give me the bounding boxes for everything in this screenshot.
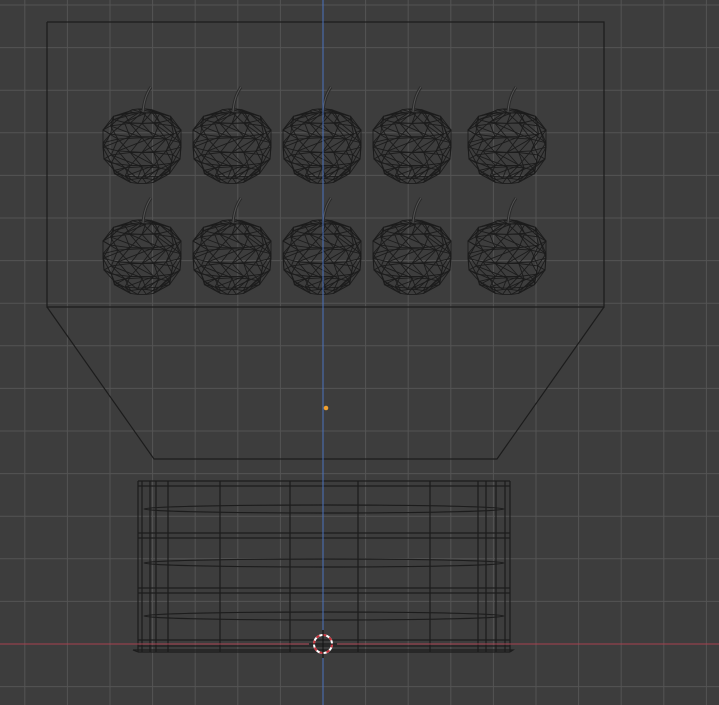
apple-mesh[interactable] — [467, 86, 547, 184]
apple-mesh[interactable] — [102, 86, 182, 184]
apple-mesh[interactable] — [102, 197, 182, 295]
apple-mesh[interactable] — [192, 86, 272, 184]
floor-grid — [0, 0, 719, 705]
display-frame-object[interactable] — [46, 21, 605, 460]
3d-viewport[interactable] — [0, 0, 719, 705]
apple-mesh[interactable] — [467, 197, 547, 295]
apple-mesh[interactable] — [192, 197, 272, 295]
object-origin-dot[interactable] — [323, 405, 329, 411]
apple-mesh[interactable] — [282, 86, 362, 184]
apple-mesh[interactable] — [372, 197, 452, 295]
apple-mesh[interactable] — [372, 86, 452, 184]
apple-objects[interactable] — [102, 86, 547, 295]
apple-mesh[interactable] — [282, 197, 362, 295]
viewport-scene[interactable] — [0, 0, 719, 705]
3d-cursor-icon[interactable] — [309, 630, 337, 658]
